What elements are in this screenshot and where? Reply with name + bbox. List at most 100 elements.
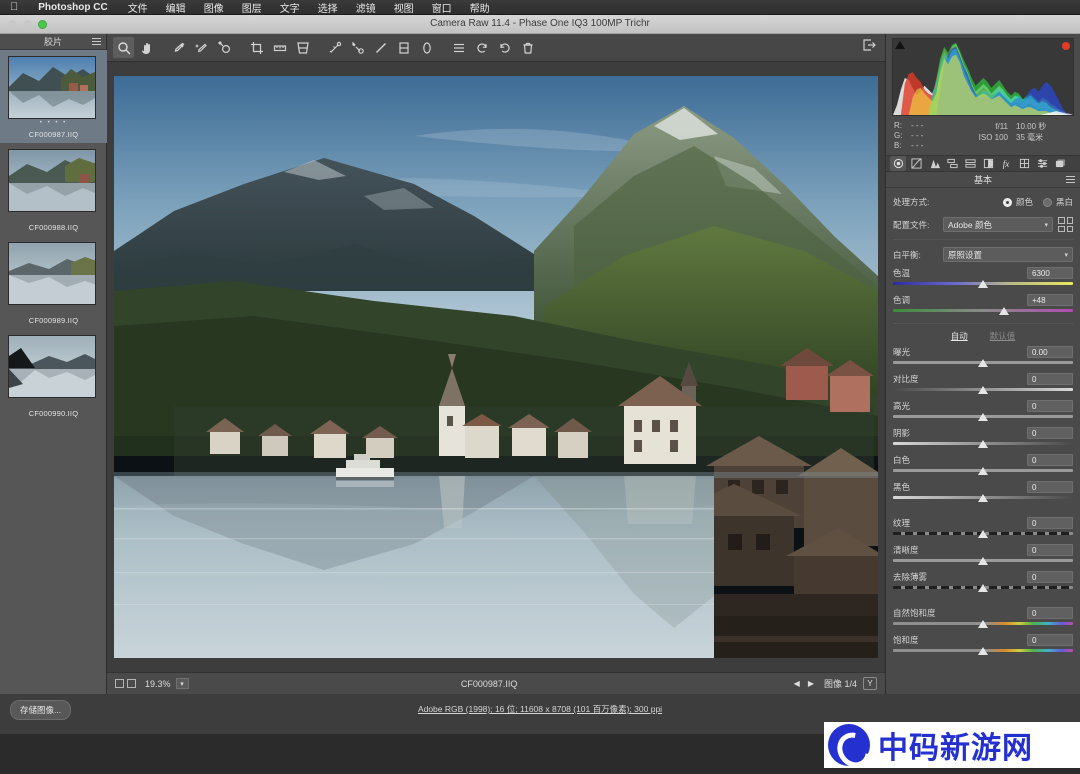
slider-value-texture[interactable]: 0 <box>1027 517 1073 529</box>
slider-knob-vibrance[interactable] <box>978 620 988 628</box>
slider-dehaze[interactable]: 去除薄雾 0 <box>893 570 1073 594</box>
targeted-adjustment-tool[interactable] <box>214 37 235 58</box>
white-balance-eyedropper-tool[interactable] <box>168 37 189 58</box>
slider-value-blacks[interactable]: 0 <box>1027 481 1073 493</box>
slider-knob-shadows[interactable] <box>978 440 988 448</box>
white-balance-dropdown[interactable]: 原照设置 ▾ <box>943 247 1073 262</box>
slider-knob-temperature[interactable] <box>978 280 988 288</box>
tab-snapshots[interactable] <box>1052 156 1068 171</box>
slider-knob-contrast[interactable] <box>978 386 988 394</box>
thumbnail-rating-3[interactable] <box>8 305 99 313</box>
straighten-tool[interactable] <box>269 37 290 58</box>
slider-value-temperature[interactable]: 6300 <box>1027 267 1073 279</box>
slider-value-highlights[interactable]: 0 <box>1027 400 1073 412</box>
slider-track-highlights[interactable] <box>893 413 1073 423</box>
image-info-link[interactable]: Adobe RGB (1998); 16 位; 11608 x 8708 (10… <box>0 703 1080 715</box>
profile-dropdown[interactable]: Adobe 颜色 ▾ <box>943 217 1053 232</box>
slider-track-shadows[interactable] <box>893 440 1073 450</box>
transform-tool[interactable] <box>292 37 313 58</box>
hand-tool[interactable] <box>136 37 157 58</box>
slider-track-tint[interactable] <box>893 307 1073 317</box>
tab-basic[interactable] <box>890 156 906 171</box>
photo-preview[interactable] <box>114 76 878 658</box>
slider-knob-exposure[interactable] <box>978 359 988 367</box>
slider-texture[interactable]: 纹理 0 <box>893 516 1073 540</box>
zoom-tool[interactable] <box>113 37 134 58</box>
filmstrip-menu-icon[interactable] <box>92 38 101 46</box>
slider-value-exposure[interactable]: 0.00 <box>1027 346 1073 358</box>
tab-split-toning[interactable] <box>962 156 978 171</box>
slider-track-vibrance[interactable] <box>893 620 1073 630</box>
canvas-container[interactable] <box>107 62 885 672</box>
slider-temperature[interactable]: 色温 6300 <box>893 266 1073 290</box>
tab-hsl-grayscale[interactable] <box>944 156 960 171</box>
slider-knob-dehaze[interactable] <box>978 584 988 592</box>
slider-track-dehaze[interactable] <box>893 584 1073 594</box>
view-compare-icon[interactable] <box>127 679 136 688</box>
slider-knob-saturation[interactable] <box>978 647 988 655</box>
slider-vibrance[interactable]: 自然饱和度 0 <box>893 606 1073 630</box>
crop-tool[interactable] <box>246 37 267 58</box>
slider-knob-blacks[interactable] <box>978 494 988 502</box>
slider-value-dehaze[interactable]: 0 <box>1027 571 1073 583</box>
rotate-clockwise-tool[interactable] <box>494 37 515 58</box>
menu-item-type[interactable]: 文字 <box>271 0 309 15</box>
slider-contrast[interactable]: 对比度 0 <box>893 372 1073 396</box>
tab-detail[interactable] <box>926 156 942 171</box>
tab-calibration[interactable] <box>1016 156 1032 171</box>
slider-track-whites[interactable] <box>893 467 1073 477</box>
slider-tint[interactable]: 色调 +48 <box>893 293 1073 317</box>
menu-item-layer[interactable]: 图层 <box>233 0 271 15</box>
slider-track-clarity[interactable] <box>893 557 1073 567</box>
menu-item-file[interactable]: 文件 <box>119 0 157 15</box>
slider-whites[interactable]: 白色 0 <box>893 453 1073 477</box>
next-image-button[interactable]: ▶ <box>804 679 818 688</box>
treatment-radio-bw[interactable]: 黑白 <box>1043 196 1073 208</box>
tab-presets[interactable] <box>1034 156 1050 171</box>
zoom-level-dropdown[interactable]: ▾ <box>176 678 189 689</box>
slider-value-shadows[interactable]: 0 <box>1027 427 1073 439</box>
previous-image-button[interactable]: ◀ <box>790 679 804 688</box>
rotate-counterclockwise-tool[interactable] <box>471 37 492 58</box>
slider-track-blacks[interactable] <box>893 494 1073 504</box>
slider-knob-texture[interactable] <box>978 530 988 538</box>
menu-item-select[interactable]: 选择 <box>309 0 347 15</box>
slider-saturation[interactable]: 饱和度 0 <box>893 633 1073 657</box>
slider-knob-whites[interactable] <box>978 467 988 475</box>
tab-effects[interactable]: fx <box>998 156 1014 171</box>
slider-track-temperature[interactable] <box>893 280 1073 290</box>
before-after-button[interactable]: Y <box>863 677 877 690</box>
slider-value-whites[interactable]: 0 <box>1027 454 1073 466</box>
toggle-fullscreen-icon[interactable] <box>862 38 877 57</box>
menu-item-filter[interactable]: 滤镜 <box>347 0 385 15</box>
tab-tone-curve[interactable] <box>908 156 924 171</box>
preferences-tool[interactable] <box>448 37 469 58</box>
graduated-filter-tool[interactable] <box>393 37 414 58</box>
delete-tool[interactable] <box>517 37 538 58</box>
slider-shadows[interactable]: 阴影 0 <box>893 426 1073 450</box>
menu-item-image[interactable]: 图像 <box>195 0 233 15</box>
slider-knob-clarity[interactable] <box>978 557 988 565</box>
slider-value-contrast[interactable]: 0 <box>1027 373 1073 385</box>
color-sampler-tool[interactable] <box>191 37 212 58</box>
slider-track-contrast[interactable] <box>893 386 1073 396</box>
slider-blacks[interactable]: 黑色 0 <box>893 480 1073 504</box>
slider-exposure[interactable]: 曝光 0.00 <box>893 345 1073 369</box>
slider-track-exposure[interactable] <box>893 359 1073 369</box>
slider-track-saturation[interactable] <box>893 647 1073 657</box>
filmstrip-thumbnail-2[interactable]: CF000988.IIQ <box>0 143 107 236</box>
slider-value-clarity[interactable]: 0 <box>1027 544 1073 556</box>
auto-link[interactable]: 自动 <box>951 330 968 342</box>
filmstrip-thumbnail-3[interactable]: CF000989.IIQ <box>0 236 107 329</box>
histogram[interactable] <box>892 38 1074 116</box>
slider-knob-highlights[interactable] <box>978 413 988 421</box>
slider-value-vibrance[interactable]: 0 <box>1027 607 1073 619</box>
thumbnail-rating-4[interactable] <box>8 398 99 406</box>
slider-track-texture[interactable] <box>893 530 1073 540</box>
tab-lens-corrections[interactable] <box>980 156 996 171</box>
menu-item-help[interactable]: 帮助 <box>461 0 499 15</box>
thumbnail-rating-1[interactable]: • • • • <box>8 119 99 127</box>
menu-item-edit[interactable]: 编辑 <box>157 0 195 15</box>
view-single-icon[interactable] <box>115 679 124 688</box>
slider-value-tint[interactable]: +48 <box>1027 294 1073 306</box>
